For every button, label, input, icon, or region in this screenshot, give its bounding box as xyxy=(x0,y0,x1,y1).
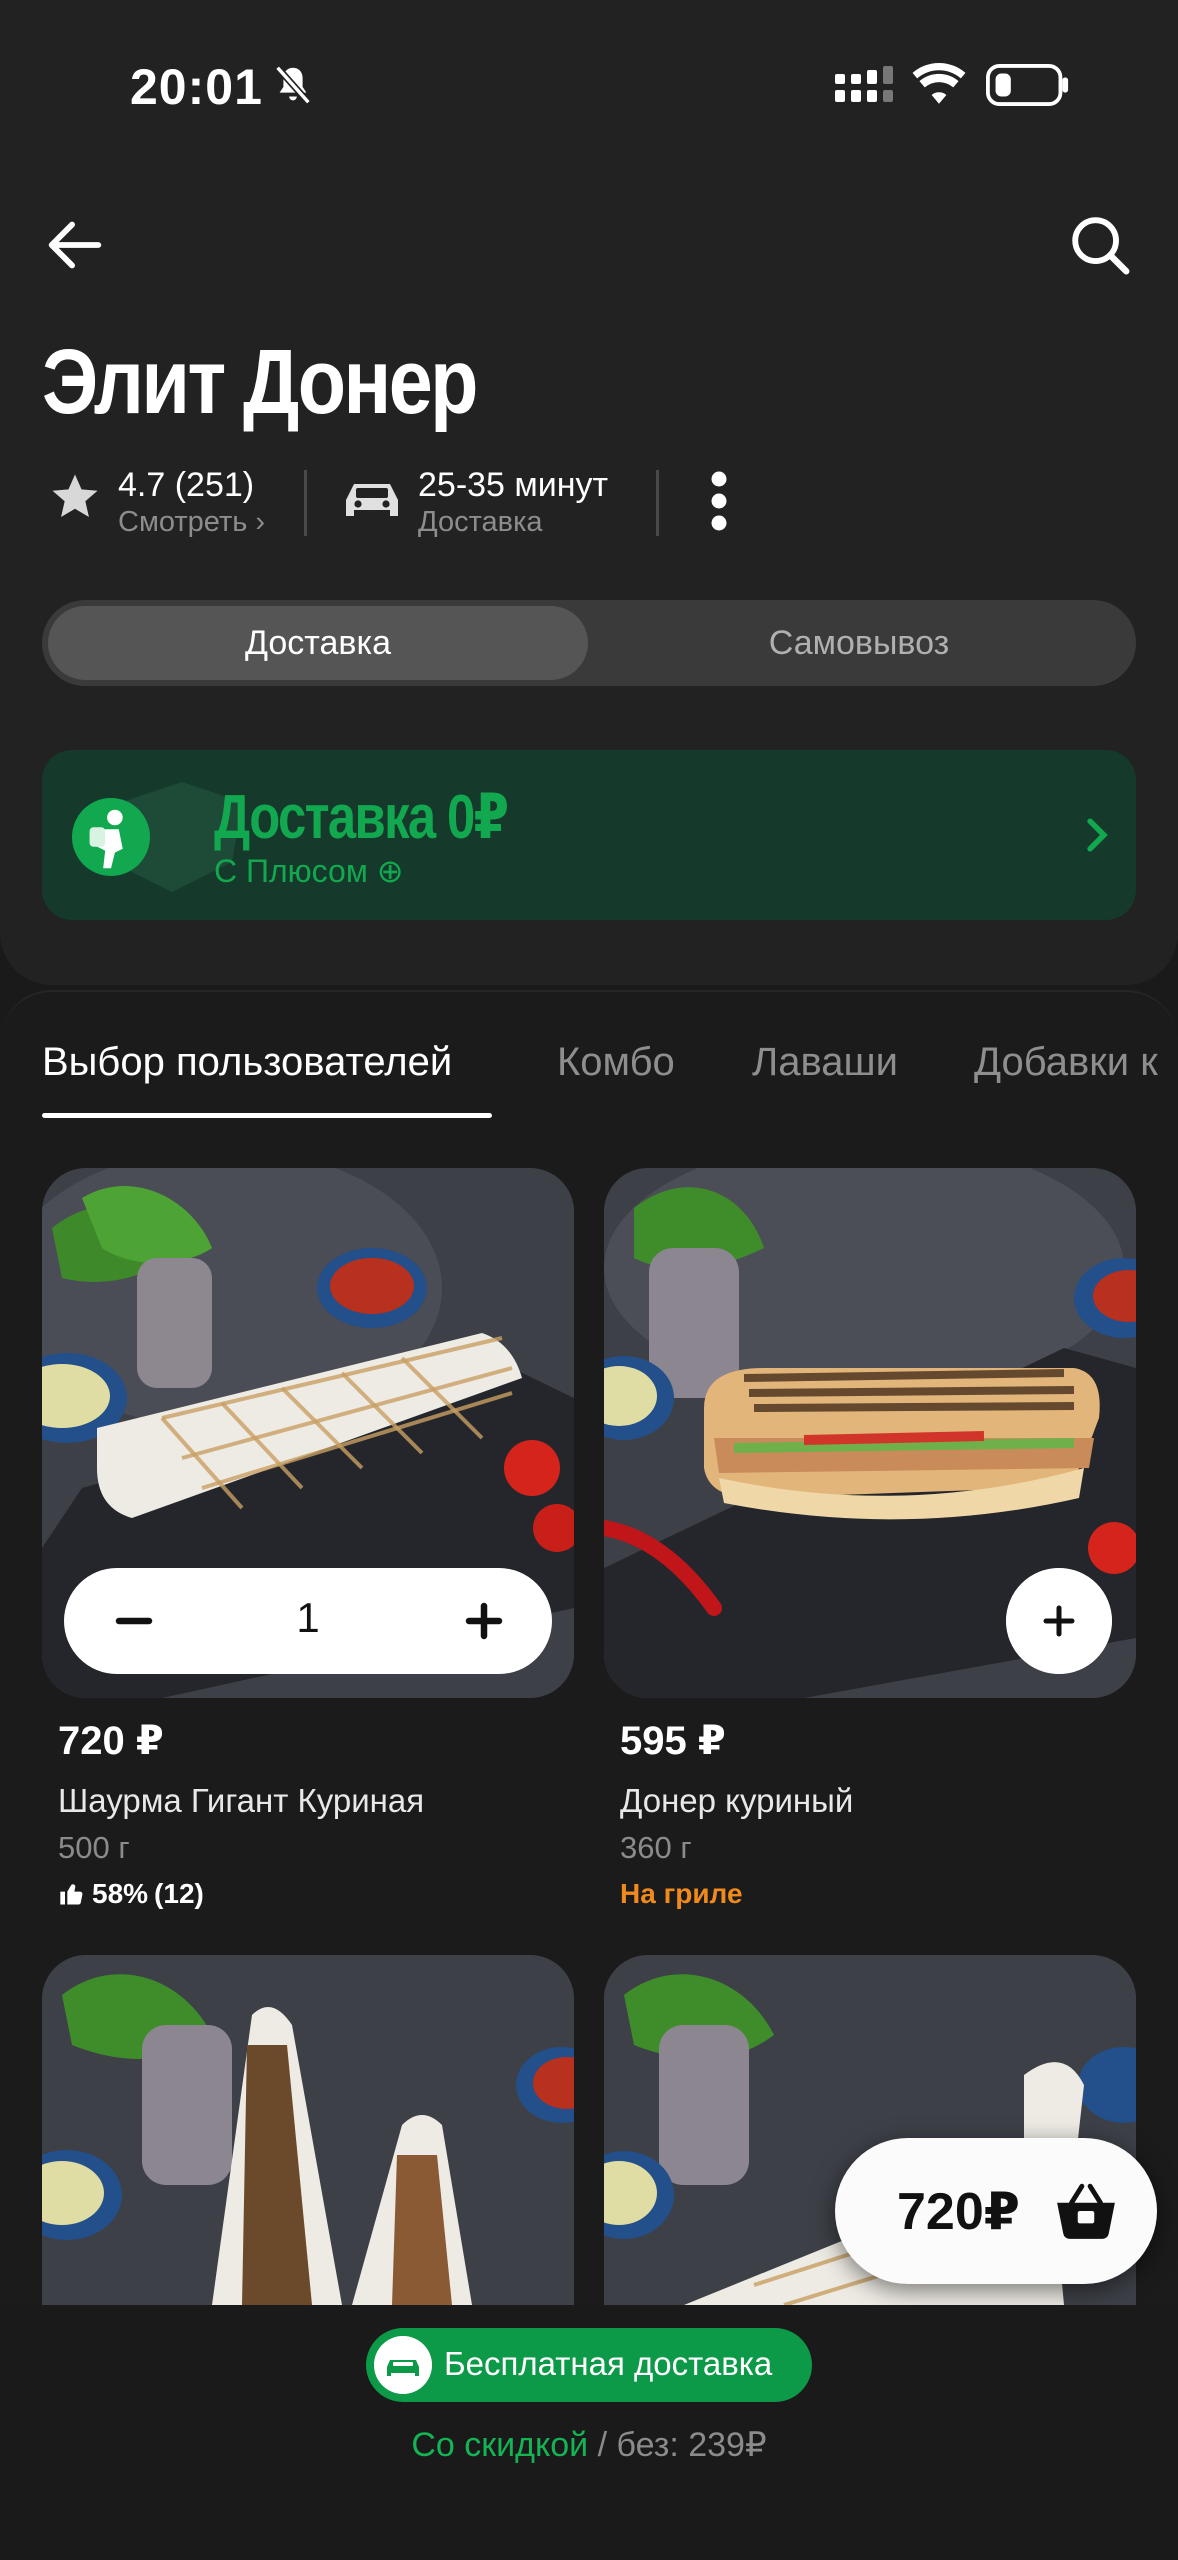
tab-additions[interactable]: Добавки к xyxy=(974,1040,1158,1085)
product-price: 595 ₽ xyxy=(620,1719,726,1763)
back-arrow-icon[interactable] xyxy=(40,210,110,280)
rolls-photo-illustration xyxy=(42,1955,574,2305)
cart-button[interactable]: 720₽ xyxy=(835,2138,1157,2284)
cart-total: 720₽ xyxy=(897,2183,1020,2241)
category-tabs: Выбор пользователей Комбо Лаваши Добавки… xyxy=(0,1040,1178,1120)
status-bar: 20:01 xyxy=(0,0,1178,170)
product-photo xyxy=(604,1168,1136,1698)
tab-combo[interactable]: Комбо xyxy=(557,1040,675,1085)
plus-promo-banner[interactable]: Доставка 0₽ С Плюсом ⊕ xyxy=(42,750,1136,920)
quantity-value: 1 xyxy=(296,1594,320,1641)
product-name: Шаурма Гигант Куриная xyxy=(58,1782,425,1819)
battery-icon xyxy=(986,64,1069,106)
add-to-cart-button[interactable] xyxy=(1006,1568,1112,1674)
courier-icon xyxy=(72,798,150,876)
meta-divider xyxy=(656,470,659,536)
promo-subtitle: С Плюсом ⊕ xyxy=(214,852,404,890)
delivery-summary-bar: Бесплатная доставка Со скидкой / без: 23… xyxy=(0,2305,1178,2560)
meta-divider xyxy=(304,470,307,536)
see-reviews-link[interactable]: Смотреть › xyxy=(118,506,265,539)
promo-title: Доставка 0₽ xyxy=(214,783,509,852)
more-vertical-icon[interactable] xyxy=(704,468,734,534)
tab-lavash[interactable]: Лаваши xyxy=(752,1040,898,1085)
rating-percent: 58% xyxy=(92,1878,149,1909)
discount-label: Со скидкой xyxy=(411,2426,589,2464)
chevron-right-icon: › xyxy=(255,506,266,538)
product-rating: 58% (12) xyxy=(58,1878,204,1910)
product-photo: 1 xyxy=(42,1168,574,1698)
wifi-icon xyxy=(912,62,966,104)
plus-icon: ⊕ xyxy=(376,853,404,889)
rating-count: (12) xyxy=(154,1878,204,1909)
discount-info: Со скидкой / без: 239₽ xyxy=(0,2425,1178,2465)
tab-users-choice[interactable]: Выбор пользователей xyxy=(42,1040,452,1085)
quantity-stepper: 1 xyxy=(64,1568,552,1674)
delivery-mode-switch: Доставка Самовывоз xyxy=(42,600,1136,686)
star-icon xyxy=(52,474,98,518)
status-time: 20:01 xyxy=(130,59,263,115)
car-icon xyxy=(374,2336,432,2394)
delivery-mode-button[interactable]: Доставка xyxy=(48,606,588,680)
bell-off-icon xyxy=(275,65,311,105)
delivery-time: 25-35 минут xyxy=(418,466,609,504)
free-delivery-label: Бесплатная доставка xyxy=(444,2345,773,2382)
plus-icon[interactable] xyxy=(454,1591,514,1651)
pickup-mode-button[interactable]: Самовывоз xyxy=(588,606,1130,680)
product-tag: На гриле xyxy=(620,1878,743,1909)
basket-icon xyxy=(1057,2183,1115,2239)
see-reviews-label: Смотреть xyxy=(118,506,248,538)
rating-value: 4.7 (251) xyxy=(118,466,255,504)
delivery-label: Доставка xyxy=(418,506,543,538)
promo-subtitle-text: С Плюсом xyxy=(214,853,368,889)
product-name: Донер куриный xyxy=(620,1782,854,1819)
restaurant-title: Элит Донер xyxy=(42,331,479,433)
free-delivery-badge[interactable]: Бесплатная доставка xyxy=(366,2328,812,2402)
car-icon xyxy=(346,484,398,516)
minus-icon[interactable] xyxy=(104,1591,164,1651)
search-icon[interactable] xyxy=(1065,210,1135,280)
product-weight: 360 г xyxy=(620,1830,692,1865)
without-discount-label: / без: 239₽ xyxy=(597,2426,767,2464)
product-weight: 500 г xyxy=(58,1830,130,1865)
product-photo xyxy=(42,1955,574,2305)
thumbs-up-icon xyxy=(60,1884,83,1905)
chevron-right-icon xyxy=(1087,818,1108,852)
signal-icon xyxy=(835,66,893,102)
restaurant-meta: 4.7 (251) Смотреть › 25-35 минут Доставк… xyxy=(42,462,1142,542)
product-price: 720 ₽ xyxy=(58,1719,164,1763)
active-tab-indicator xyxy=(42,1113,492,1118)
